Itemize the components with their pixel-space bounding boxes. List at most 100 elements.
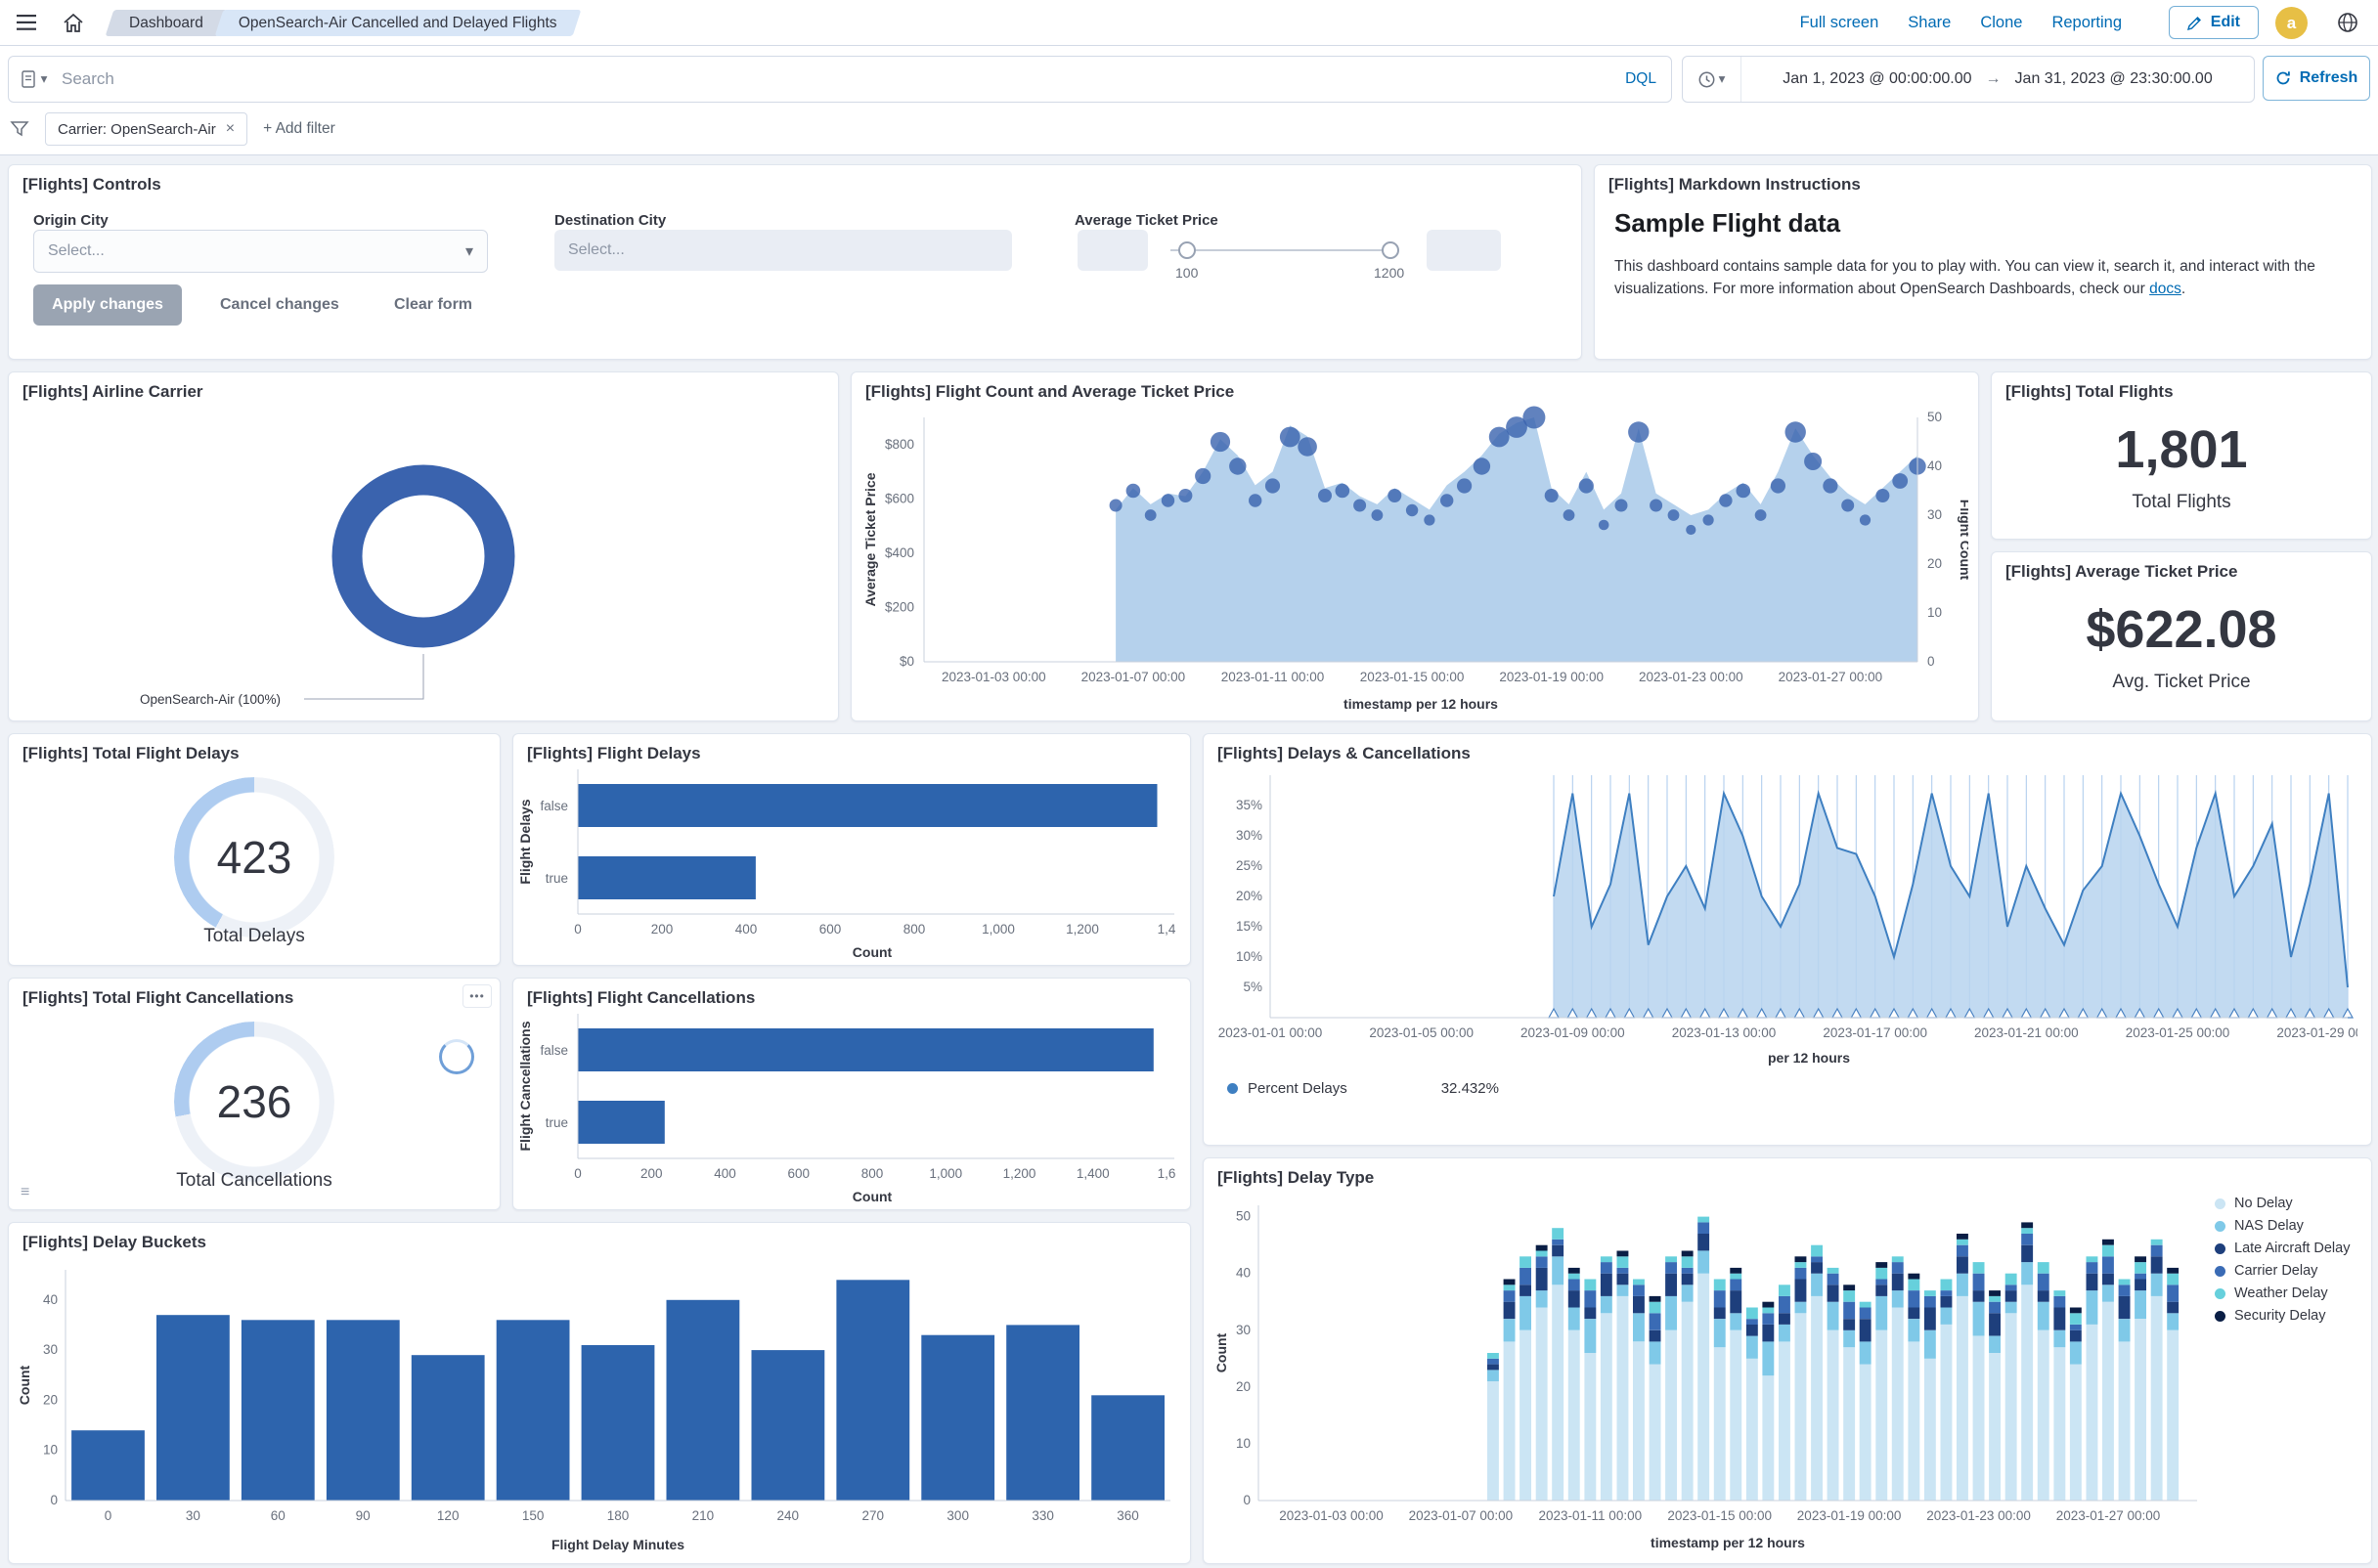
clear-form-button[interactable]: Clear form [388, 284, 478, 326]
markdown-text: This dashboard contains sample data for … [1614, 258, 2315, 297]
price-slider-handle-min[interactable] [1178, 241, 1196, 259]
svg-text:$200: $200 [885, 599, 914, 614]
panel-flight-count-price: [Flights] Flight Count and Average Ticke… [851, 371, 1979, 721]
panel-title: [Flights] Controls [22, 175, 161, 195]
svg-text:600: 600 [788, 1166, 811, 1181]
legend-item[interactable]: Carrier Delay [2215, 1263, 2350, 1279]
total-cancellations-gauge[interactable]: 236 [174, 1022, 334, 1182]
legend-item[interactable]: Late Aircraft Delay [2215, 1241, 2350, 1256]
total-flights-label: Total Flights [1992, 492, 2371, 513]
search-input[interactable] [60, 68, 1610, 90]
date-from[interactable]: Jan 1, 2023 @ 00:00:00.00 [1783, 70, 1971, 88]
panel-title: [Flights] Total Flights [2005, 382, 2174, 402]
saved-query-icon [22, 70, 37, 88]
panel-menu-button[interactable]: ••• [462, 984, 492, 1008]
airline-carrier-donut-chart[interactable]: OpenSearch-Air (100%) [9, 408, 838, 717]
delay-type-legend: No Delay NAS Delay Late Aircraft Delay Carr… [2215, 1196, 2350, 1324]
legend-label: Late Aircraft Delay [2234, 1241, 2350, 1256]
date-to[interactable]: Jan 31, 2023 @ 23:30:00.00 [2015, 70, 2213, 88]
legend-item[interactable]: Security Delay [2215, 1308, 2350, 1324]
svg-text:90: 90 [356, 1508, 371, 1523]
svg-text:Flight Count: Flight Count [1958, 500, 1968, 581]
price-slider-handle-max[interactable] [1382, 241, 1399, 259]
legend-item[interactable]: Weather Delay [2215, 1285, 2350, 1301]
delay-buckets-bar-chart[interactable]: 0102030400306090120150180210240270300330… [17, 1258, 1182, 1557]
add-filter-button[interactable]: + Add filter [263, 120, 335, 138]
price-slider-track[interactable] [1170, 249, 1399, 251]
filter-settings-icon[interactable] [10, 120, 29, 138]
svg-text:2023-01-15 00:00: 2023-01-15 00:00 [1360, 670, 1465, 684]
panel-markdown-instructions: [Flights] Markdown Instructions Sample F… [1594, 164, 2372, 360]
legend-label: Carrier Delay [2234, 1263, 2317, 1279]
svg-text:2023-01-27 00:00: 2023-01-27 00:00 [1779, 670, 1883, 684]
legend-label[interactable]: Percent Delays [1248, 1080, 1347, 1097]
date-range[interactable]: Jan 1, 2023 @ 00:00:00.00 → Jan 31, 2023… [1741, 70, 2254, 88]
price-max-box[interactable] [1427, 230, 1501, 271]
panel-airline-carrier: [Flights] Airline Carrier OpenSearch-Air… [8, 371, 839, 721]
breadcrumb-dashboard[interactable]: Dashboard [110, 10, 223, 36]
legend-item[interactable]: NAS Delay [2215, 1218, 2350, 1234]
edit-button[interactable]: Edit [2169, 6, 2259, 39]
legend-item[interactable]: No Delay [2215, 1196, 2350, 1211]
clone-link[interactable]: Clone [1980, 14, 2022, 32]
panel-delay-type: [Flights] Delay Type 010203040502023-01-… [1203, 1157, 2372, 1564]
svg-text:300: 300 [947, 1508, 969, 1523]
share-link[interactable]: Share [1908, 14, 1951, 32]
apply-changes-button[interactable]: Apply changes [33, 284, 182, 326]
delays-cancellations-area-chart[interactable]: 5%10%15%20%25%30%35%2023-01-01 00:002023… [1217, 767, 2357, 1072]
svg-text:10%: 10% [1236, 949, 1262, 964]
chevron-down-icon: ▾ [41, 71, 48, 87]
full-screen-link[interactable]: Full screen [1800, 14, 1879, 32]
flight-count-price-chart[interactable]: $0$200$400$600$800010203040502023-01-03 … [861, 406, 1968, 717]
legend-dot [1227, 1083, 1238, 1094]
svg-text:10: 10 [1236, 1436, 1251, 1451]
svg-text:600: 600 [819, 922, 842, 936]
filter-pill-carrier[interactable]: Carrier: OpenSearch-Air × [45, 112, 247, 146]
delay-type-stacked-chart[interactable]: 010203040502023-01-03 00:002023-01-07 00… [1213, 1192, 2201, 1557]
time-quick-select-button[interactable]: ▾ [1683, 57, 1741, 102]
svg-text:2023-01-01 00:00: 2023-01-01 00:00 [1218, 1025, 1323, 1040]
destination-city-select[interactable]: Select... [554, 230, 1012, 271]
svg-text:Flight Cancellations: Flight Cancellations [517, 1021, 533, 1151]
close-icon[interactable]: × [226, 120, 235, 138]
filter-pill-label: Carrier: OpenSearch-Air [58, 121, 216, 138]
svg-text:400: 400 [714, 1166, 736, 1181]
svg-text:1,000: 1,000 [929, 1166, 962, 1181]
reporting-link[interactable]: Reporting [2051, 14, 2122, 32]
svg-text:20%: 20% [1236, 889, 1262, 903]
svg-text:0: 0 [1927, 654, 1935, 669]
origin-city-select[interactable]: Select... ▾ [33, 230, 488, 273]
home-button[interactable] [57, 7, 90, 38]
svg-text:2023-01-19 00:00: 2023-01-19 00:00 [1797, 1508, 1902, 1523]
svg-text:2023-01-21 00:00: 2023-01-21 00:00 [1974, 1025, 2079, 1040]
breadcrumb-current-dashboard[interactable]: OpenSearch-Air Cancelled and Delayed Fli… [219, 10, 577, 36]
svg-text:5%: 5% [1243, 980, 1262, 994]
price-min-box[interactable] [1078, 230, 1148, 271]
refresh-button[interactable]: Refresh [2263, 56, 2370, 101]
svg-text:OpenSearch-Air (100%): OpenSearch-Air (100%) [140, 692, 281, 707]
svg-text:timestamp per 12 hours: timestamp per 12 hours [1343, 696, 1498, 712]
docs-link[interactable]: docs [2149, 281, 2181, 297]
svg-text:1,000: 1,000 [982, 922, 1015, 936]
flight-delays-bar-chart[interactable]: falsetrue02004006008001,0001,2001,4Count… [517, 765, 1186, 961]
refresh-icon [2275, 70, 2291, 86]
svg-text:10: 10 [1927, 605, 1942, 620]
svg-text:1,400: 1,400 [1077, 1166, 1110, 1181]
legend-dot [2215, 1311, 2225, 1322]
flight-cancellations-bar-chart[interactable]: falsetrue02004006008001,0001,2001,4001,6… [517, 1010, 1186, 1205]
menu-button[interactable] [10, 7, 43, 38]
total-cancellations-value: 236 [174, 1022, 334, 1182]
cancel-changes-button[interactable]: Cancel changes [214, 284, 345, 326]
saved-query-menu-button[interactable]: ▾ [9, 57, 60, 102]
panel-title: [Flights] Delays & Cancellations [1217, 744, 1471, 763]
svg-text:$400: $400 [885, 545, 914, 560]
home-icon [64, 14, 83, 32]
opensearch-dashboard-app: { "header": { "breadcrumbs": [ {"label":… [0, 0, 2378, 1568]
hamburger-icon [17, 15, 36, 30]
avatar[interactable]: a [2275, 7, 2308, 39]
globe-icon[interactable] [2331, 7, 2364, 38]
dql-button[interactable]: DQL [1610, 69, 1671, 89]
svg-text:0: 0 [574, 1166, 582, 1181]
total-delays-gauge[interactable]: 423 [174, 777, 334, 937]
list-icon[interactable]: ≡ [21, 1184, 29, 1201]
